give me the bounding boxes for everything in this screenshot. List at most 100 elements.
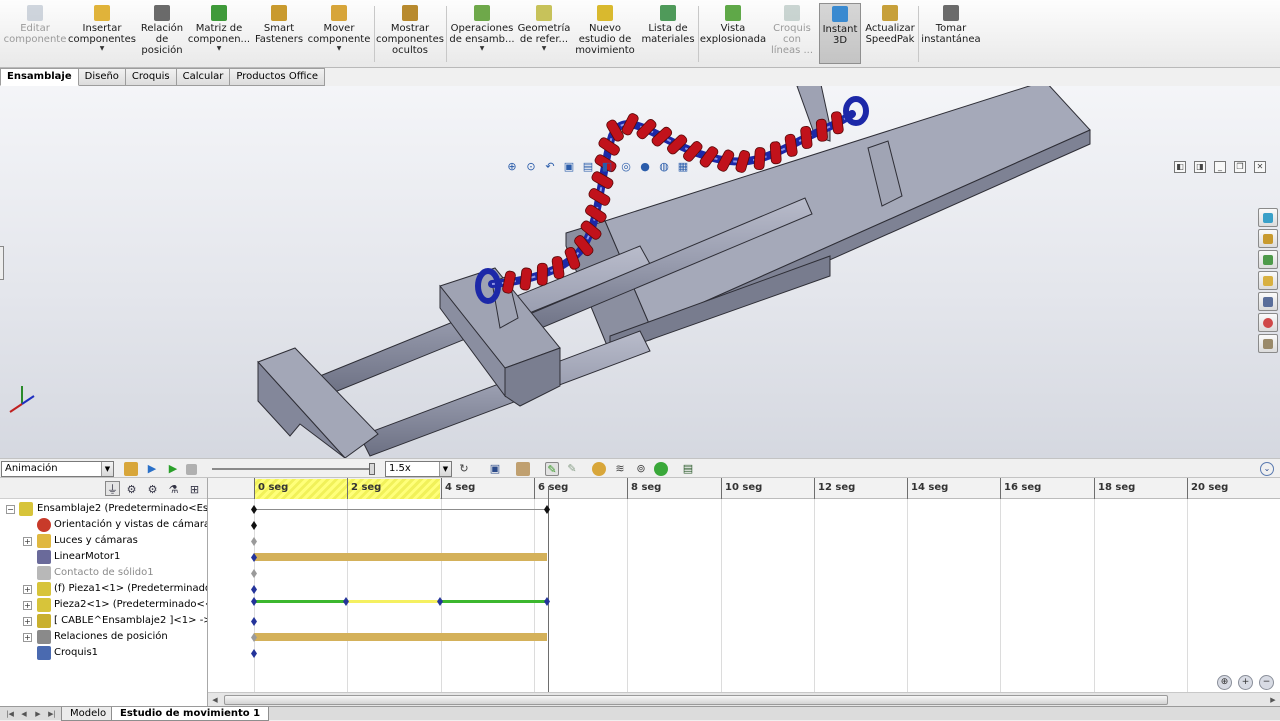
tab-calcular[interactable]: Calcular bbox=[176, 68, 231, 86]
last-tab-icon[interactable]: ▶| bbox=[46, 708, 58, 720]
motion-timeline[interactable]: 0 seg 2 seg 4 seg 6 seg 8 seg 10 seg 12 seg 14 … bbox=[208, 478, 1280, 692]
keyframe[interactable] bbox=[343, 597, 349, 606]
task-pane-file-explorer[interactable] bbox=[1258, 271, 1278, 290]
component-pattern-button[interactable]: Matriz de componen... ▼ bbox=[188, 5, 250, 52]
timeline-horizontal-scrollbar[interactable]: ◀ ▶ bbox=[208, 692, 1280, 706]
task-pane-view-palette[interactable] bbox=[1258, 292, 1278, 311]
tile-left-icon[interactable]: ◧ bbox=[1174, 161, 1186, 173]
playback-slider-thumb[interactable] bbox=[369, 463, 375, 475]
keyframe[interactable] bbox=[251, 649, 257, 658]
collapse-motion-manager-icon[interactable]: ⌄ bbox=[1260, 462, 1274, 476]
tree-item-lights[interactable]: + Luces y cámaras bbox=[0, 533, 207, 549]
animation-wizard-icon[interactable] bbox=[516, 462, 530, 476]
tree-item-pieza1[interactable]: +(f) Pieza1<1> (Predeterminado<<I bbox=[0, 581, 207, 597]
insert-components-button[interactable]: Insertar componentes ▼ bbox=[68, 5, 136, 52]
take-snapshot-button[interactable]: Tomar instantánea bbox=[920, 5, 982, 45]
explode-line-sketch-button[interactable]: Croquis con líneas ... bbox=[768, 5, 816, 56]
motor-icon[interactable] bbox=[592, 462, 606, 476]
display-style-icon[interactable]: ◧ bbox=[600, 160, 614, 174]
previous-tab-icon[interactable]: ◀ bbox=[18, 708, 30, 720]
pieza2-motion-bar[interactable] bbox=[440, 600, 547, 603]
filter-results-icon[interactable]: ⚗ bbox=[166, 481, 181, 496]
study-type-select[interactable]: Animación ▼ bbox=[1, 461, 114, 477]
results-and-plots-icon[interactable]: ▤ bbox=[681, 462, 695, 476]
show-hidden-components-button[interactable]: Mostrar componentes ocultos bbox=[376, 5, 444, 56]
tab-modelo[interactable]: Modelo bbox=[61, 707, 116, 721]
new-motion-study-button[interactable]: Nuevo estudio de movimiento bbox=[574, 5, 636, 56]
pieza2-motion-bar[interactable] bbox=[346, 600, 440, 603]
exploded-view-button[interactable]: Vista explosionada bbox=[700, 5, 766, 45]
add-key-icon[interactable]: ✎ bbox=[565, 462, 579, 476]
expand-toggle[interactable]: + bbox=[23, 633, 32, 642]
previous-view-icon[interactable]: ↶ bbox=[543, 160, 557, 174]
playback-mode-icon[interactable]: ↻ bbox=[457, 462, 471, 476]
filter-clear-icon[interactable]: ⊞ bbox=[187, 481, 202, 496]
task-pane-design-library[interactable] bbox=[1258, 250, 1278, 269]
minimize-icon[interactable]: _ bbox=[1214, 161, 1226, 173]
expand-toggle[interactable]: + bbox=[23, 617, 32, 626]
graphics-viewport[interactable]: ⊕ ⊙ ↶ ▣ ▤ ◧ ◎ ● ◍ ▦ ◧ ◨ _ ❐ ✕ bbox=[0, 86, 1280, 458]
zoom-to-fit-icon[interactable]: ⊕ bbox=[505, 160, 519, 174]
apply-scene-icon[interactable]: ◍ bbox=[657, 160, 671, 174]
current-time-bar[interactable] bbox=[548, 486, 549, 692]
feature-manager-collapse-handle[interactable] bbox=[0, 246, 4, 280]
assembly-model[interactable] bbox=[0, 86, 1280, 458]
calculate-icon[interactable] bbox=[124, 462, 138, 476]
tree-item-croquis1[interactable]: Croquis1 bbox=[0, 645, 207, 661]
edit-appearance-icon[interactable]: ● bbox=[638, 160, 652, 174]
assembly-features-button[interactable]: Operaciones de ensamb... ▼ bbox=[449, 5, 515, 52]
view-orientation-icon[interactable]: ▤ bbox=[581, 160, 595, 174]
play-from-start-icon[interactable]: ▶ bbox=[145, 462, 159, 476]
expand-toggle[interactable]: + bbox=[23, 537, 32, 546]
tree-item-assembly[interactable]: −Ensamblaje2 (Predeterminado<Estado bbox=[0, 501, 207, 517]
filter-driving-icon[interactable]: ⚙ bbox=[124, 481, 139, 496]
gravity-icon[interactable] bbox=[654, 462, 668, 476]
tab-ensamblaje[interactable]: Ensamblaje bbox=[0, 68, 79, 86]
move-component-button[interactable]: Mover componente ▼ bbox=[306, 5, 372, 52]
zoom-out-icon[interactable]: − bbox=[1259, 675, 1274, 690]
mates-bar[interactable] bbox=[254, 633, 547, 641]
keyframe[interactable] bbox=[251, 585, 257, 594]
hide-show-items-icon[interactable]: ◎ bbox=[619, 160, 633, 174]
zoom-to-area-icon[interactable]: ⊙ bbox=[524, 160, 538, 174]
instant-3d-button[interactable]: Instant 3D bbox=[819, 3, 861, 64]
mate-button[interactable]: Relación de posición bbox=[140, 5, 184, 56]
save-animation-icon[interactable]: ▣ bbox=[488, 462, 502, 476]
play-icon[interactable]: ▶ bbox=[166, 462, 180, 476]
tree-item-orientation[interactable]: Orientación y vistas de cámara bbox=[0, 517, 207, 533]
keyframe[interactable] bbox=[251, 617, 257, 626]
tree-item-pieza2[interactable]: +Pieza2<1> (Predeterminado<<Pre bbox=[0, 597, 207, 613]
task-pane-home[interactable] bbox=[1258, 229, 1278, 248]
autokey-icon[interactable]: ✎ bbox=[545, 462, 559, 476]
keyframe[interactable] bbox=[544, 505, 550, 514]
playback-slider-track[interactable] bbox=[212, 468, 372, 470]
filter-selected-icon[interactable]: ⚙ bbox=[145, 481, 160, 496]
keyframe[interactable] bbox=[251, 537, 257, 546]
tab-croquis[interactable]: Croquis bbox=[125, 68, 177, 86]
stop-icon[interactable] bbox=[186, 464, 197, 475]
bill-of-materials-button[interactable]: Lista de materiales bbox=[640, 5, 696, 45]
task-pane-resources[interactable] bbox=[1258, 208, 1278, 227]
scroll-left-icon[interactable]: ◀ bbox=[210, 695, 220, 705]
restore-icon[interactable]: ❐ bbox=[1234, 161, 1246, 173]
reference-geometry-button[interactable]: Geometría de refer... ▼ bbox=[516, 5, 572, 52]
tile-right-icon[interactable]: ◨ bbox=[1194, 161, 1206, 173]
close-icon[interactable]: ✕ bbox=[1254, 161, 1266, 173]
pieza2-motion-bar[interactable] bbox=[254, 600, 346, 603]
contact-icon[interactable]: ⊚ bbox=[634, 462, 648, 476]
tree-item-solid-contact[interactable]: Contacto de sólido1 bbox=[0, 565, 207, 581]
zoom-to-fit-icon[interactable]: ⊕ bbox=[1217, 675, 1232, 690]
playback-speed-select[interactable]: 1.5x ▼ bbox=[385, 461, 452, 477]
filter-animated-icon[interactable]: ⏚ bbox=[105, 481, 120, 496]
tree-item-linear-motor[interactable]: LinearMotor1 bbox=[0, 549, 207, 565]
view-settings-icon[interactable]: ▦ bbox=[676, 160, 690, 174]
scrollbar-thumb[interactable] bbox=[224, 695, 1168, 705]
edit-component-button[interactable]: Editar componente bbox=[4, 5, 66, 45]
next-tab-icon[interactable]: ▶ bbox=[32, 708, 44, 720]
linear-motor-bar[interactable] bbox=[254, 553, 547, 561]
keyframe[interactable] bbox=[437, 597, 443, 606]
section-view-icon[interactable]: ▣ bbox=[562, 160, 576, 174]
expand-toggle[interactable]: + bbox=[23, 601, 32, 610]
tab-motion-study-1[interactable]: Estudio de movimiento 1 bbox=[111, 707, 270, 721]
keyframe[interactable] bbox=[251, 521, 257, 530]
